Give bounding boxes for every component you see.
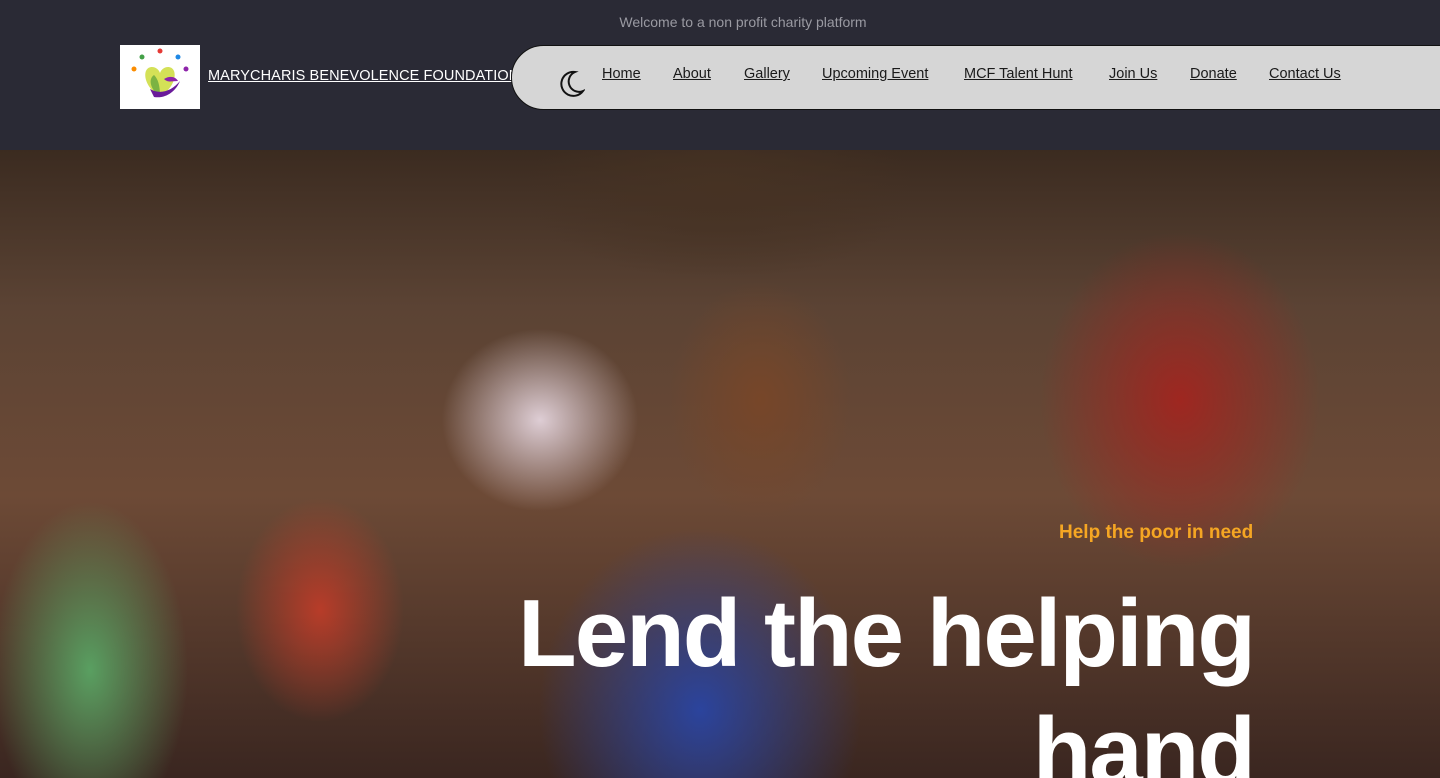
nav-donate[interactable]: Donate <box>1190 66 1237 82</box>
nav-contact-us[interactable]: Contact Us <box>1269 66 1341 82</box>
hero-tagline: Help the poor in need <box>1059 522 1254 543</box>
heart-hands-logo-icon <box>131 48 189 98</box>
nav-gallery[interactable]: Gallery <box>744 66 790 82</box>
hero-title: Lend the helping hand <box>518 580 1256 778</box>
foundation-logo[interactable] <box>120 45 200 109</box>
nav-home[interactable]: Home <box>602 66 641 82</box>
nav-upcoming-event[interactable]: Upcoming Event <box>822 66 928 82</box>
nav-mcf-talent-hunt[interactable]: MCF Talent Hunt <box>964 66 1073 82</box>
nav-join-us[interactable]: Join Us <box>1109 66 1157 82</box>
foundation-name-link[interactable]: MARYCHARIS BENEVOLENCE FOUNDATION <box>208 68 519 84</box>
moon-icon[interactable] <box>559 69 586 97</box>
welcome-banner: Welcome to a non profit charity platform <box>619 14 867 30</box>
main-navigation: Home About Gallery Upcoming Event MCF Ta… <box>511 45 1440 110</box>
site-header: Welcome to a non profit charity platform… <box>0 0 1440 150</box>
nav-about[interactable]: About <box>673 66 711 82</box>
hero-section: Help the poor in need Lend the helping h… <box>0 150 1440 778</box>
